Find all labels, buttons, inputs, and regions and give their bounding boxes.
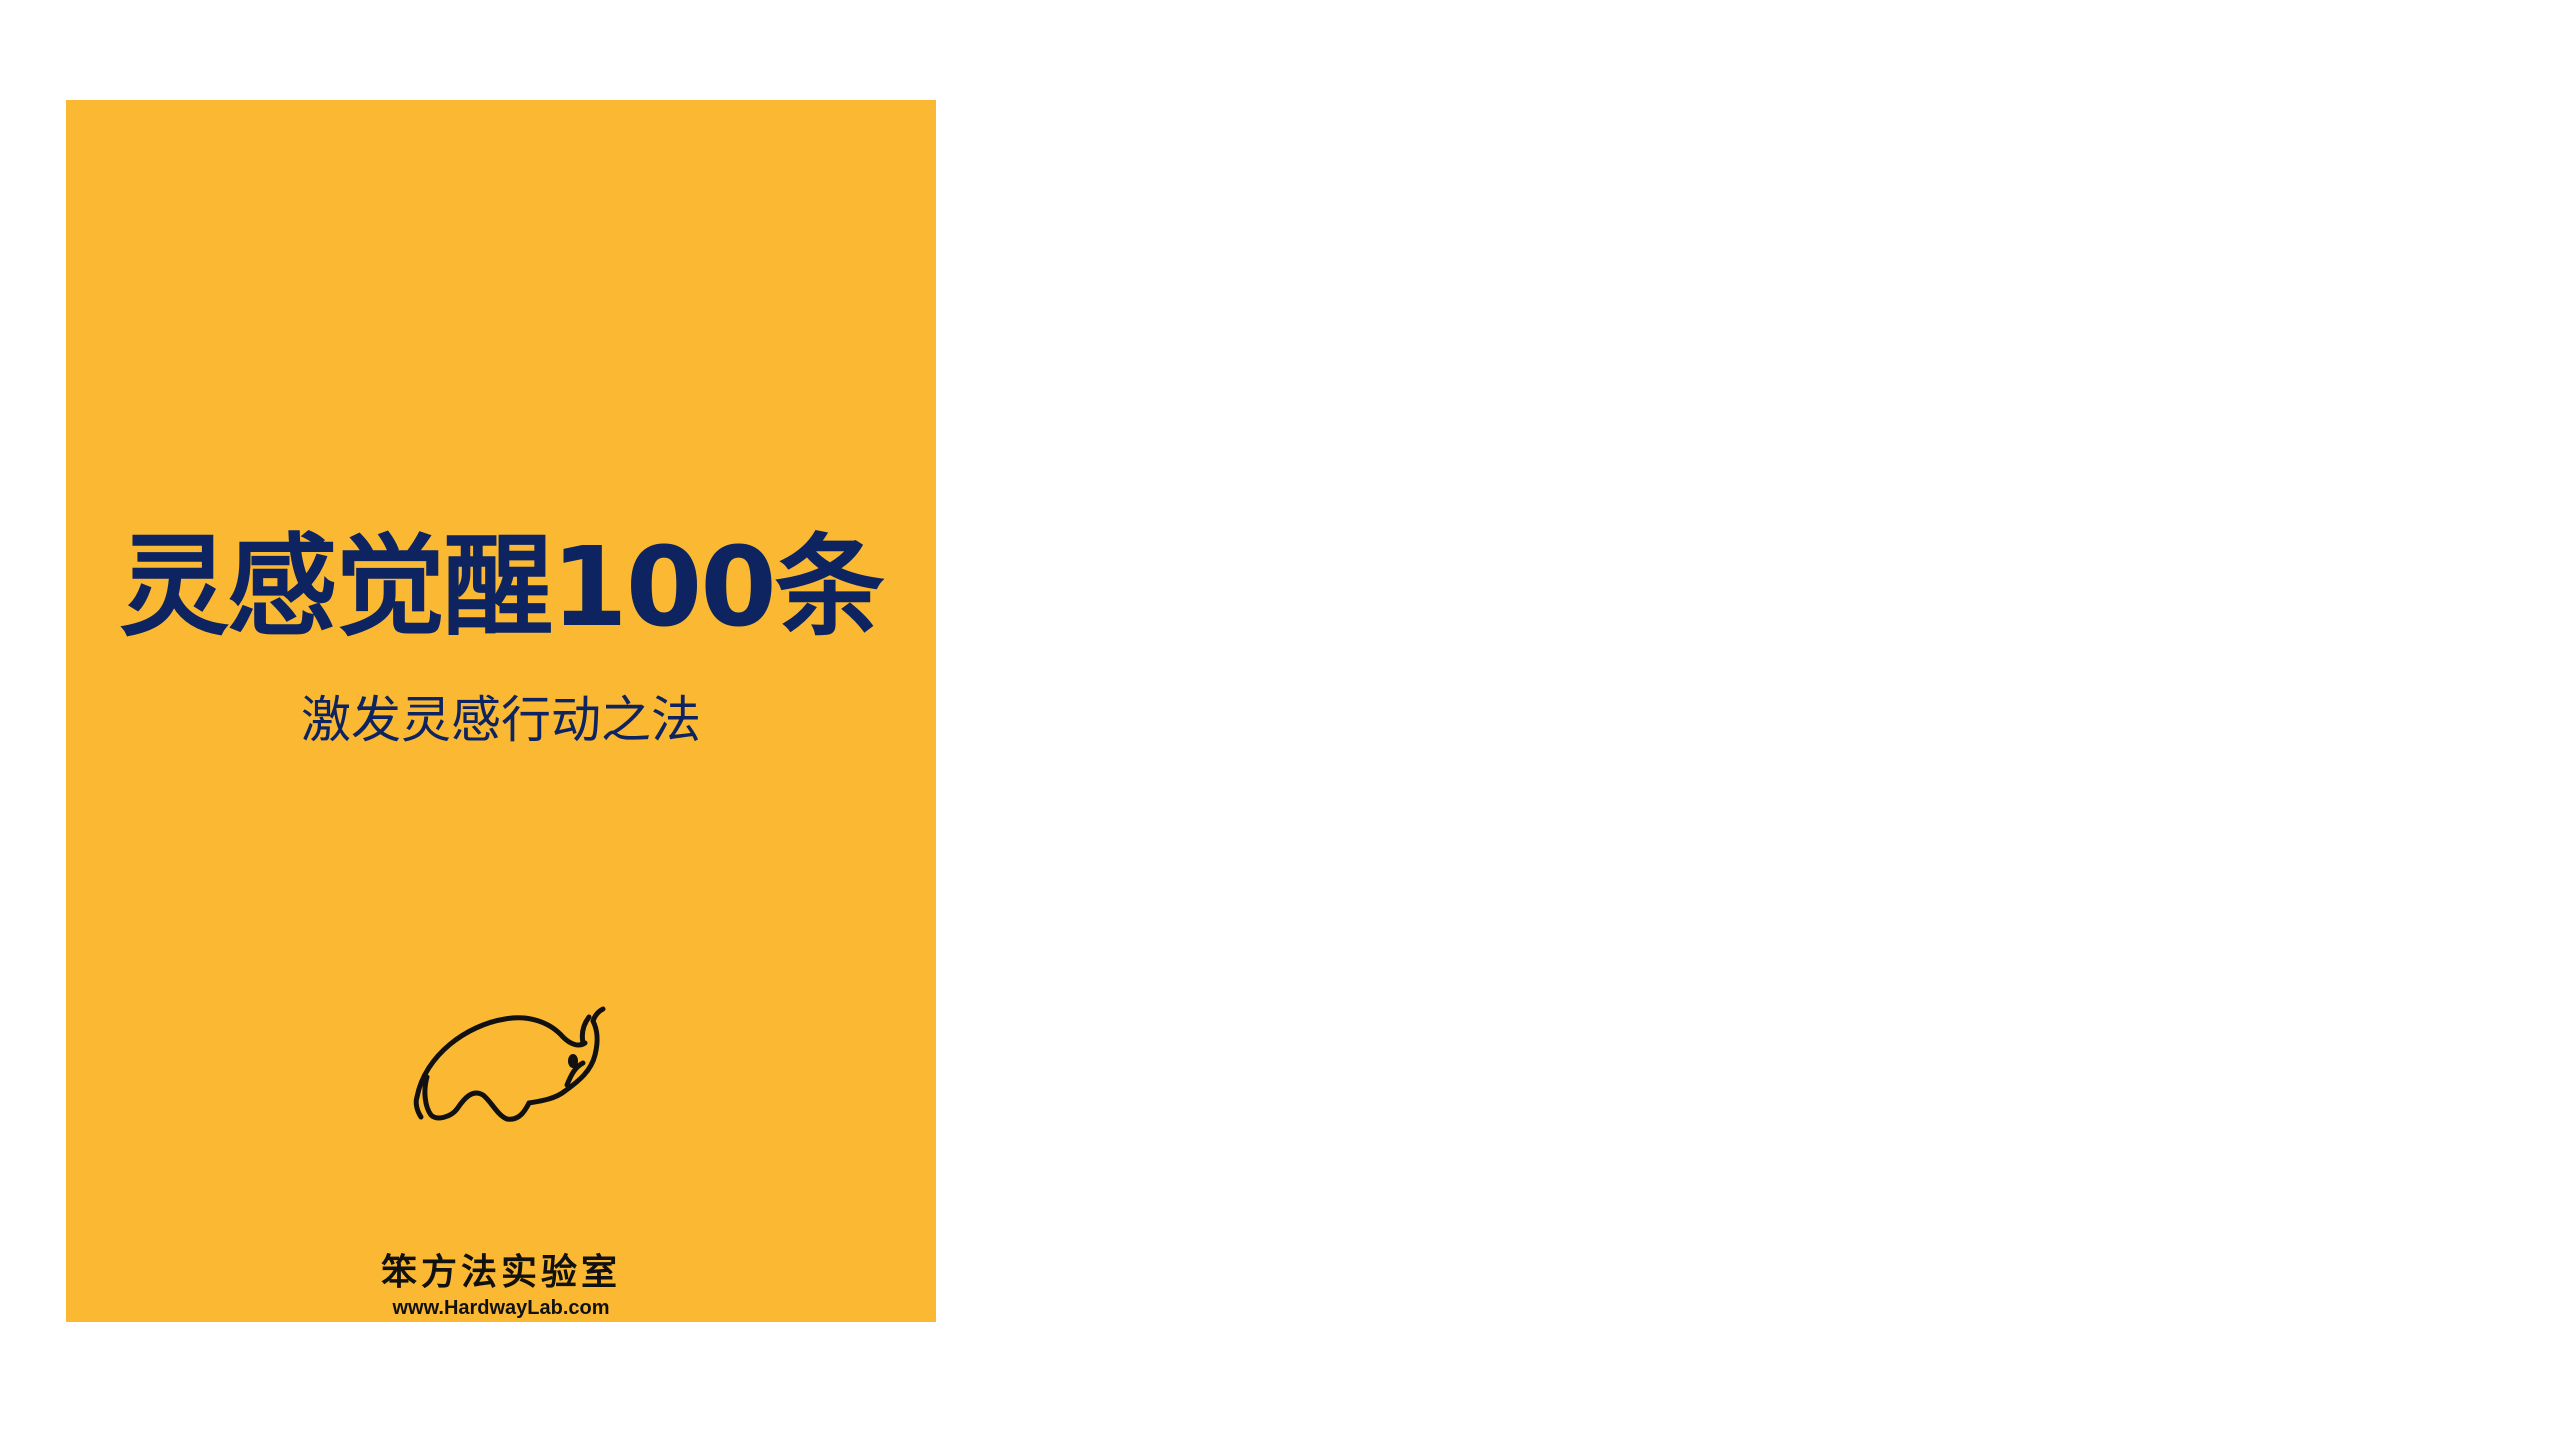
brand-name: 笨方法实验室 bbox=[380, 1251, 621, 1293]
cover-subtitle: 激发灵感行动之法 bbox=[301, 691, 701, 749]
bull-icon bbox=[407, 985, 613, 1217]
book-cover: 灵感觉醒100条 激发灵感行动之法 笨方法实验室 www.HardwayLab.… bbox=[66, 100, 936, 1322]
website-url: www.HardwayLab.com bbox=[392, 1297, 610, 1319]
cover-title: 灵感觉醒100条 bbox=[119, 523, 885, 651]
page: 灵感觉醒100条 激发灵感行动之法 笨方法实验室 www.HardwayLab.… bbox=[0, 0, 2560, 1440]
